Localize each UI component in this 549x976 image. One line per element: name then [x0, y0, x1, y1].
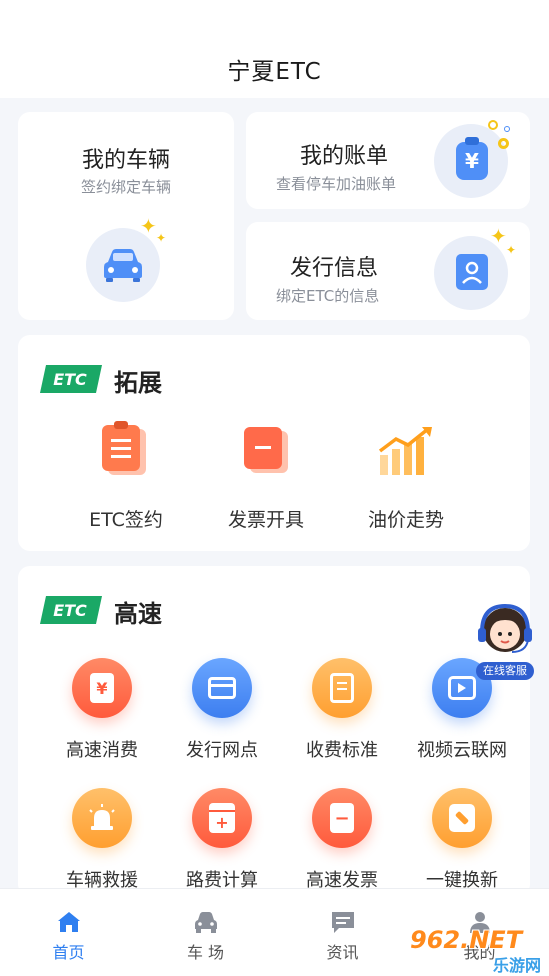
online-service-button[interactable]: 在线客服 — [470, 596, 540, 682]
clipboard-clip — [465, 137, 479, 145]
highway-section: ETC 高速 ¥ 高速消费 发行网点 收费标准 视频云联网 车辆救援 + 路费计… — [18, 566, 530, 896]
tab-news-label: 资讯 — [326, 943, 359, 962]
my-vehicle-subtitle: 签约绑定车辆 — [80, 178, 171, 196]
invoice-icon — [244, 427, 288, 473]
watermark-sub: 乐游网 — [492, 956, 541, 975]
issue-outlet-item[interactable]: 发行网点 — [162, 658, 282, 768]
yen-glyph: ¥ — [90, 673, 114, 703]
online-service-label: 在线客服 — [476, 662, 534, 680]
siren-icon — [72, 788, 132, 848]
watermark-brand: 962.NET — [410, 926, 523, 954]
tab-home-label: 首页 — [52, 943, 85, 962]
etc-sign-label: ETC签约 — [89, 509, 163, 531]
issue-info-title: 发行信息 — [290, 256, 379, 281]
sparkle-icon: ✦ — [490, 224, 507, 248]
invoice-issue-label: 发票开具 — [227, 509, 304, 531]
video-cloud-label: 视频云联网 — [417, 740, 507, 761]
clipboard-icon — [102, 421, 146, 475]
plus-glyph: + — [215, 813, 229, 832]
sparkle-icon: ✦ — [140, 214, 157, 238]
issue-info-subtitle: 绑定ETC的信息 — [276, 287, 380, 305]
highway-title: 高速 — [114, 600, 162, 628]
my-vehicle-title: 我的车辆 — [81, 148, 170, 173]
extend-section: ETC 拓展 ETC签约 发票开具 油价走势 — [18, 335, 530, 551]
site-watermark: 962.NET 乐游网 — [410, 926, 545, 975]
id-card-icon — [456, 254, 488, 290]
tab-parking[interactable]: 车 场 — [137, 889, 274, 976]
toll-calc-item[interactable]: + 路费计算 — [162, 788, 282, 898]
calculator-icon: + — [192, 788, 252, 848]
oil-price-label: 油价走势 — [367, 509, 444, 531]
car-icon — [104, 249, 142, 282]
dot-decoration — [504, 126, 510, 132]
etc-logo-icon: ETC — [40, 596, 102, 624]
one-key-renew-item[interactable]: 一键换新 — [402, 788, 522, 898]
sparkle-icon: ✦ — [156, 231, 167, 245]
yen-receipt-icon: ¥ — [72, 658, 132, 718]
minus-glyph: − — [330, 803, 354, 833]
my-vehicle-card[interactable]: 我的车辆 签约绑定车辆 ✦ ✦ — [18, 112, 234, 320]
etc-logo-icon: ETC — [40, 365, 102, 393]
app-header: 宁夏ETC — [0, 0, 549, 98]
document-icon — [312, 658, 372, 718]
ring-decoration — [498, 138, 509, 149]
vehicle-rescue-item[interactable]: 车辆救援 — [42, 788, 162, 898]
highway-consumption-label: 高速消费 — [66, 740, 138, 761]
tab-home[interactable]: 首页 — [0, 889, 137, 976]
message-icon — [332, 912, 354, 933]
bill-clipboard-icon: ¥ — [456, 142, 488, 180]
my-bill-card[interactable]: 我的账单 查看停车加油账单 ¥ — [246, 112, 530, 209]
trend-chart-icon — [378, 427, 432, 475]
toll-standard-label: 收费标准 — [306, 740, 378, 761]
page-title: 宁夏ETC — [227, 59, 322, 85]
my-bill-title: 我的账单 — [300, 144, 389, 169]
extend-title: 拓展 — [114, 369, 162, 397]
invoice-issue-item[interactable]: 发票开具 — [196, 425, 336, 535]
wrench-icon — [432, 788, 492, 848]
card-icon — [192, 658, 252, 718]
issue-outlet-label: 发行网点 — [186, 740, 258, 761]
sparkle-icon: ✦ — [506, 243, 517, 257]
toll-standard-item[interactable]: 收费标准 — [282, 658, 402, 768]
issue-info-card[interactable]: 发行信息 绑定ETC的信息 ✦ ✦ — [246, 222, 530, 320]
yen-glyph: ¥ — [465, 149, 479, 173]
customer-service-avatar-icon — [478, 603, 532, 653]
etc-logo-text: ETC — [53, 370, 87, 389]
highway-invoice-item[interactable]: − 高速发票 — [282, 788, 402, 898]
my-bill-subtitle: 查看停车加油账单 — [276, 175, 397, 193]
highway-consumption-item[interactable]: ¥ 高速消费 — [42, 658, 162, 768]
ring-decoration — [488, 120, 498, 130]
car-tab-icon — [195, 912, 217, 933]
receipt-icon: − — [312, 788, 372, 848]
oil-price-item[interactable]: 油价走势 — [336, 425, 476, 535]
home-icon — [58, 912, 80, 932]
tab-parking-label: 车 场 — [186, 943, 225, 962]
tab-news[interactable]: 资讯 — [274, 889, 411, 976]
etc-sign-item[interactable]: ETC签约 — [56, 421, 196, 535]
etc-logo-text: ETC — [53, 601, 87, 620]
